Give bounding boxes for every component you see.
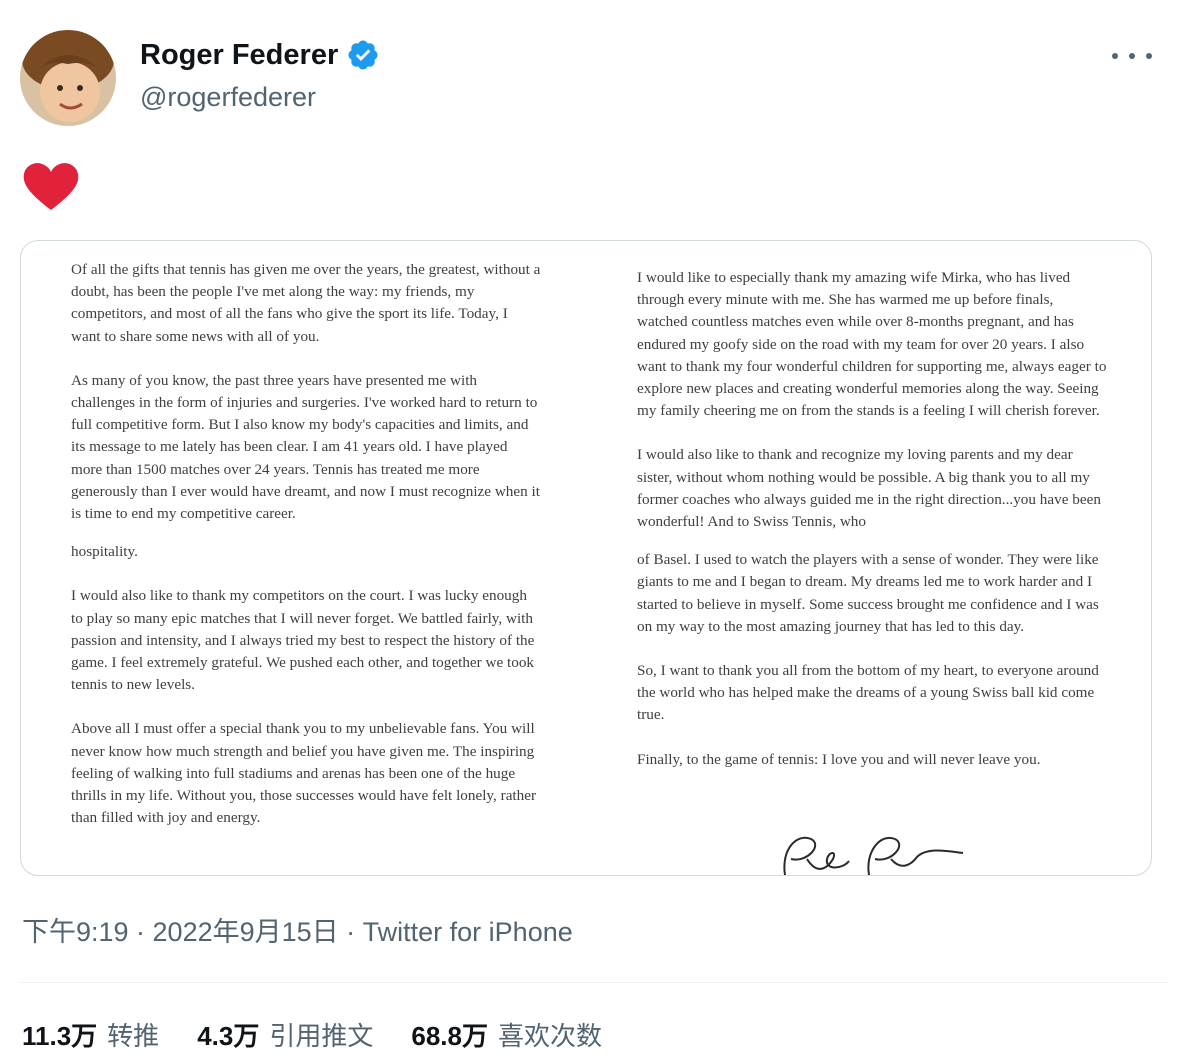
author-handle[interactable]: @rogerfederer (140, 82, 316, 113)
letter-paragraph: hospitality. (71, 543, 138, 561)
letter-paragraph: Above all I must offer a special thank y… (71, 720, 537, 827)
likes-stat[interactable]: 68.8万 喜欢次数 (411, 1016, 602, 1053)
likes-count: 68.8万 (411, 1021, 488, 1051)
verified-badge-icon (348, 40, 378, 70)
dot (1112, 53, 1118, 59)
tweet-timestamp-source[interactable]: 下午9:19 · 2022年9月15日 · Twitter for iPhone (22, 910, 573, 949)
letter-paragraph: I would also like to thank and recognize… (637, 446, 1101, 531)
signature-image (783, 836, 964, 875)
quote-tweets-count: 4.3万 (197, 1021, 260, 1051)
letter-paragraph: I would like to especially thank my amaz… (637, 269, 1107, 420)
quote-tweets-stat[interactable]: 4.3万 引用推文 (197, 1016, 373, 1053)
letter-paragraph: of Basel. I used to watch the players wi… (637, 551, 1099, 635)
quote-tweets-label: 引用推文 (269, 1021, 374, 1051)
heart-emoji-icon (23, 163, 79, 210)
letter-paragraph: So, I want to thank you all from the bot… (637, 662, 1099, 724)
avatar[interactable] (20, 30, 116, 126)
retweets-label: 转推 (107, 1021, 160, 1051)
dot (1146, 53, 1152, 59)
tweet-media-letter[interactable]: Of all the gifts that tennis has given m… (20, 240, 1152, 876)
letter-paragraph: I would also like to thank my competitor… (71, 587, 535, 694)
letter-left-column: Of all the gifts that tennis has given m… (71, 259, 541, 851)
letter-paragraph: Of all the gifts that tennis has given m… (71, 261, 541, 345)
letter-paragraph: Finally, to the game of tennis: I love y… (637, 750, 1041, 768)
retweets-count: 11.3万 (22, 1021, 98, 1051)
divider (20, 982, 1168, 983)
retweets-stat[interactable]: 11.3万 转推 (22, 1016, 159, 1053)
author-display-name[interactable]: Roger Federer (140, 39, 338, 72)
more-options-icon[interactable] (1112, 44, 1152, 68)
likes-label: 喜欢次数 (497, 1021, 602, 1051)
letter-paragraph: As many of you know, the past three year… (71, 371, 540, 523)
dot (1129, 53, 1135, 59)
author-name-row: Roger Federer (140, 38, 380, 72)
letter-right-column: I would like to especially thank my amaz… (637, 267, 1107, 793)
engagement-stats: 11.3万 转推 4.3万 引用推文 68.8万 喜欢次数 (22, 1016, 602, 1053)
